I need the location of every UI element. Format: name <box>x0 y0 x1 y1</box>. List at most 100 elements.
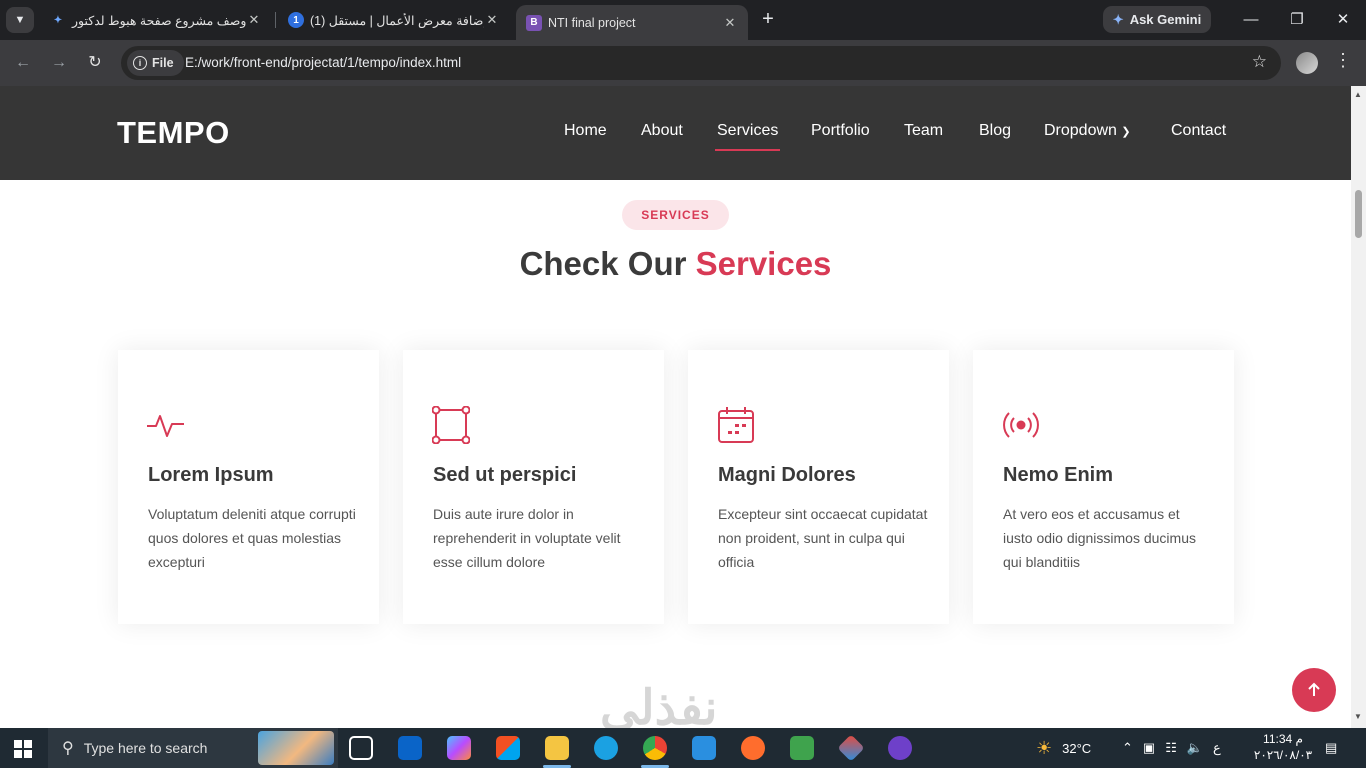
bootstrap-icon: B <box>526 14 542 31</box>
nav-services[interactable]: Services <box>714 122 781 151</box>
weather-sun-icon: ☀ <box>1036 737 1053 758</box>
tab-title: NTI final project <box>548 15 636 30</box>
url-text[interactable]: E:/work/front-end/projectat/1/tempo/inde… <box>185 55 461 70</box>
card-text: Excepteur sint occaecat cupidatat non pr… <box>718 506 928 570</box>
browser-toolbar: ← → ↻ i File E:/work/front-end/projectat… <box>0 40 1366 86</box>
tab-search-button[interactable]: ▼ <box>6 7 34 33</box>
nav-blog[interactable]: Blog <box>979 122 1011 140</box>
nav-dropdown[interactable]: Dropdown ❯ <box>1044 122 1131 140</box>
gemini-icon: ✦ <box>53 14 63 26</box>
arrow-up-icon <box>1308 682 1320 696</box>
reload-icon[interactable]: ↻ <box>82 50 108 76</box>
page-scrollbar[interactable]: ▲ ▼ <box>1351 86 1366 728</box>
tab-separator <box>275 12 276 28</box>
scroll-down-icon[interactable]: ▼ <box>1354 712 1362 721</box>
postman-icon[interactable] <box>741 736 765 760</box>
chevron-up-icon[interactable]: ⌃ <box>1122 740 1133 756</box>
nav-team[interactable]: Team <box>904 122 943 140</box>
title-highlight: Services <box>695 245 832 282</box>
outlook-icon[interactable] <box>398 736 422 760</box>
calendar-icon <box>718 407 754 443</box>
github-icon[interactable] <box>888 736 912 760</box>
search-placeholder: Type here to search <box>83 740 208 756</box>
close-icon[interactable]: ✕ <box>722 15 738 31</box>
taskbar: ⚲ Type here to search ☀ 32°C ⌃ ▣ ☷ 🔈 ع 1… <box>0 728 1366 768</box>
gemini-icon: ✦ <box>1112 11 1124 27</box>
search-highlight-image <box>258 731 334 765</box>
copilot-icon[interactable] <box>447 736 471 760</box>
weather-widget[interactable]: ☀ 32°C <box>1036 728 1091 768</box>
ask-gemini-label: Ask Gemini <box>1129 12 1202 27</box>
back-icon[interactable]: ← <box>10 50 36 76</box>
minimize-icon[interactable]: — <box>1239 8 1263 32</box>
new-tab-button[interactable]: + <box>756 8 780 32</box>
menu-kebab-icon[interactable]: ⋮ <box>1334 50 1352 71</box>
chevron-down-icon: ❯ <box>1121 126 1131 138</box>
restore-icon[interactable]: ❐ <box>1285 8 1309 32</box>
scroll-thumb[interactable] <box>1355 190 1362 238</box>
scroll-up-icon[interactable]: ▲ <box>1354 90 1362 99</box>
section-badge: SERVICES <box>622 200 729 230</box>
close-icon[interactable]: ✕ <box>246 12 262 28</box>
vscode-icon[interactable] <box>692 736 716 760</box>
section-title: Check Our Services <box>0 245 1351 283</box>
nodejs-icon[interactable] <box>790 736 814 760</box>
card-title: Sed ut perspici <box>433 464 577 486</box>
windows-start-icon[interactable] <box>14 740 32 758</box>
address-bar[interactable]: i File E:/work/front-end/projectat/1/tem… <box>121 46 1281 80</box>
clock-time: 11:34 م <box>1263 732 1303 746</box>
notifications-icon[interactable]: ▤ <box>1325 728 1337 768</box>
info-icon: i <box>133 56 147 70</box>
system-tray: ⌃ ▣ ☷ 🔈 ع <box>1122 728 1221 768</box>
file-label: File <box>152 56 174 70</box>
broadcast-icon <box>1003 412 1039 438</box>
site-info-button[interactable]: i File <box>127 50 184 76</box>
service-card[interactable]: Magni Dolores Excepteur sint occaecat cu… <box>688 350 949 624</box>
clock-date: ٢٠٢٦/٠٨/٠٣ <box>1253 748 1313 762</box>
site-header: TEMPO Home About Services Portfolio Team… <box>0 86 1351 180</box>
tab-nti-final-project[interactable]: B NTI final project ✕ <box>516 5 748 40</box>
meet-now-icon[interactable]: ▣ <box>1143 740 1155 756</box>
tab-title: (1) إضافة معرض الأعمال | مستقل <box>310 13 484 28</box>
close-window-icon[interactable]: ✕ <box>1331 8 1355 32</box>
tab-gemini[interactable]: ✦ وصف مشروع صفحة هبوط لدكتور ✕ <box>40 5 272 35</box>
mostaql-icon: 1 <box>288 12 304 28</box>
service-card[interactable]: Lorem Ipsum Voluptatum deleniti atque co… <box>118 350 379 624</box>
clock[interactable]: 11:34 م ٢٠٢٦/٠٨/٠٣ <box>1250 731 1316 763</box>
task-view-icon[interactable] <box>349 736 373 760</box>
network-icon[interactable]: ☷ <box>1165 740 1177 756</box>
tab-title: وصف مشروع صفحة هبوط لدكتور <box>72 13 246 28</box>
edge-icon[interactable] <box>594 736 618 760</box>
nav-home[interactable]: Home <box>564 122 607 140</box>
language-indicator[interactable]: ع <box>1213 740 1221 756</box>
browser-tab-strip: ▼ ✦ وصف مشروع صفحة هبوط لدكتور ✕ 1 (1) إ… <box>0 0 1366 40</box>
nav-contact[interactable]: Contact <box>1171 122 1226 140</box>
bookmark-star-icon[interactable]: ☆ <box>1252 52 1267 72</box>
back-to-top-button[interactable] <box>1292 668 1336 712</box>
activity-icon <box>147 415 184 437</box>
service-card[interactable]: Sed ut perspici Duis aute irure dolor in… <box>403 350 664 624</box>
nav-portfolio[interactable]: Portfolio <box>811 122 870 140</box>
card-text: Duis aute irure dolor in reprehenderit i… <box>433 506 621 570</box>
bounding-box-icon <box>432 406 470 444</box>
temperature: 32°C <box>1062 740 1092 756</box>
taskbar-search[interactable]: ⚲ Type here to search <box>48 728 338 768</box>
nav-about[interactable]: About <box>641 122 683 140</box>
search-icon: ⚲ <box>62 740 74 757</box>
volume-icon[interactable]: 🔈 <box>1187 740 1203 756</box>
git-icon[interactable] <box>837 734 865 762</box>
file-explorer-icon[interactable] <box>545 736 569 760</box>
ask-gemini-button[interactable]: ✦ Ask Gemini <box>1103 6 1211 33</box>
card-text: At vero eos et accusamus et iusto odio d… <box>1003 506 1196 570</box>
card-text: Voluptatum deleniti atque corrupti quos … <box>148 506 356 570</box>
service-card[interactable]: Nemo Enim At vero eos et accusamus et iu… <box>973 350 1234 624</box>
store-icon[interactable] <box>496 736 520 760</box>
tab-mostaql[interactable]: 1 (1) إضافة معرض الأعمال | مستقل ✕ <box>278 5 510 35</box>
close-icon[interactable]: ✕ <box>484 12 500 28</box>
nav-dropdown-label: Dropdown <box>1044 122 1117 139</box>
profile-avatar[interactable] <box>1296 52 1318 74</box>
site-logo[interactable]: TEMPO <box>117 115 230 151</box>
forward-icon[interactable]: → <box>46 50 72 76</box>
card-title: Lorem Ipsum <box>148 464 274 486</box>
chrome-icon[interactable] <box>643 736 667 760</box>
